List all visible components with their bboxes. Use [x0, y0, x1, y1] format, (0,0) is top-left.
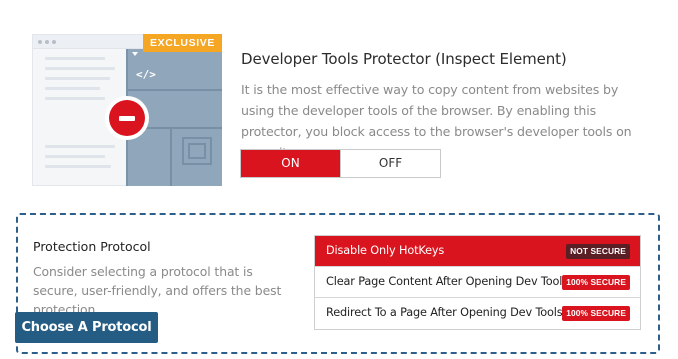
- protocol-option-redirect[interactable]: Redirect To a Page After Opening Dev Too…: [315, 298, 640, 329]
- window-dot: [52, 40, 56, 44]
- content-line: [45, 87, 100, 90]
- protocol-options-list: Disable Only HotKeys NOT SECURE Clear Pa…: [314, 235, 641, 330]
- content-line: [45, 67, 115, 70]
- toggle-off-button[interactable]: OFF: [340, 150, 440, 177]
- content-line: [45, 57, 105, 60]
- protocol-option-disable-hotkeys[interactable]: Disable Only HotKeys NOT SECURE: [315, 236, 640, 267]
- panel-divider: [128, 89, 222, 91]
- caret-down-icon: [132, 52, 138, 56]
- window-dot: [45, 40, 49, 44]
- panel-box: [188, 143, 206, 159]
- window-dot: [38, 40, 42, 44]
- content-line: [45, 165, 111, 168]
- protocol-description: Consider selecting a protocol that is se…: [33, 264, 282, 317]
- protocol-option-label: Disable Only HotKeys: [326, 244, 445, 257]
- content-line: [45, 155, 105, 158]
- code-icon: </>: [136, 68, 156, 81]
- protector-toggle: ON OFF: [240, 149, 441, 178]
- panel-divider: [170, 127, 172, 186]
- protocol-option-label: Clear Page Content After Opening Dev Too…: [326, 275, 568, 288]
- protocol-title: Protection Protocol: [33, 239, 151, 254]
- secure-badge: 100% SECURE: [562, 275, 630, 290]
- choose-protocol-button[interactable]: Choose A Protocol: [15, 312, 158, 343]
- exclusive-badge: EXCLUSIVE: [143, 34, 222, 52]
- feature-title: Developer Tools Protector (Inspect Eleme…: [241, 50, 567, 68]
- content-line: [45, 97, 105, 100]
- content-line: [45, 77, 110, 80]
- protocol-option-clear-content[interactable]: Clear Page Content After Opening Dev Too…: [315, 267, 640, 298]
- secure-badge: 100% SECURE: [562, 306, 630, 321]
- protocol-option-label: Redirect To a Page After Opening Dev Too…: [326, 306, 563, 319]
- block-icon: [105, 96, 149, 140]
- toggle-on-button[interactable]: ON: [241, 150, 340, 177]
- content-line: [45, 145, 115, 148]
- not-secure-badge: NOT SECURE: [566, 244, 630, 259]
